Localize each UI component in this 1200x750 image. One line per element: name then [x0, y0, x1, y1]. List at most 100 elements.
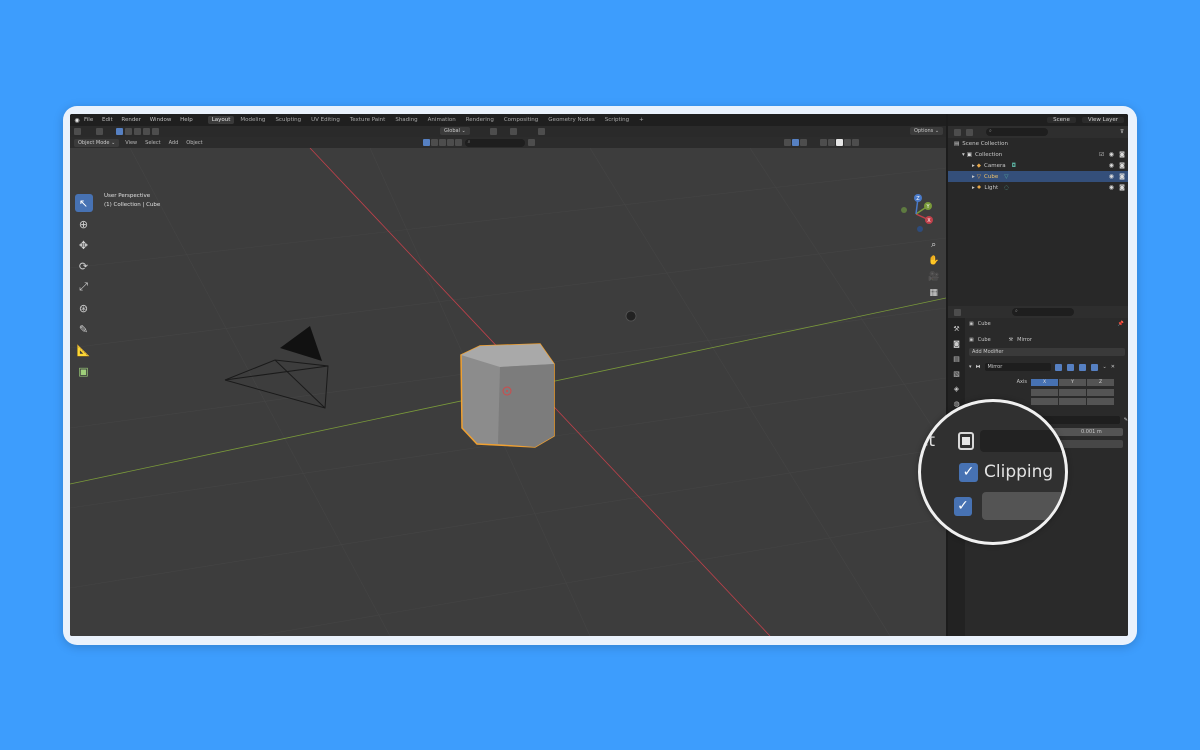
breadcrumb-object[interactable]: Cube — [978, 337, 991, 343]
perspective-grid-icon[interactable]: ▦ — [929, 288, 938, 298]
pin-icon[interactable]: 📌 — [1118, 321, 1124, 327]
tab-uv-editing[interactable]: UV Editing — [307, 116, 344, 124]
select-mode-intersect-icon[interactable] — [152, 128, 159, 135]
overlay-toggle-icon[interactable] — [799, 139, 807, 146]
bisect-x-toggle[interactable] — [1031, 389, 1058, 396]
dropdown-arrow-icon[interactable]: ⌄ — [1103, 364, 1107, 370]
properties-editor-icon[interactable] — [954, 308, 961, 316]
cursor-tool[interactable]: ⊕ — [75, 215, 93, 233]
pivot-icon[interactable] — [490, 128, 497, 135]
output-tab-icon[interactable]: ▤ — [952, 354, 962, 364]
rotate-tool[interactable]: ⟳ — [75, 257, 93, 275]
add-workspace-icon[interactable]: + — [635, 116, 648, 124]
camera-data-icon[interactable]: ◘ — [1012, 163, 1016, 169]
viewport-search-input[interactable]: ⌕ — [464, 138, 525, 147]
bisect-y-toggle[interactable] — [1059, 389, 1086, 396]
tool-tab-icon[interactable]: ⚒ — [952, 324, 962, 334]
tab-scripting[interactable]: Scripting — [601, 116, 633, 124]
render-camera-icon[interactable]: ◙ — [1119, 151, 1125, 158]
scene-tab-icon[interactable]: ◈ — [952, 384, 962, 394]
object-select-icon[interactable] — [957, 432, 974, 450]
expand-arrow-icon[interactable]: ▸ — [972, 163, 975, 169]
gizmo-toggle-icon[interactable] — [791, 139, 799, 146]
transform-orientation-dropdown[interactable]: Global ⌄ — [440, 127, 470, 135]
select-mode-new-icon[interactable] — [116, 128, 123, 135]
menu-object[interactable]: Object — [186, 140, 202, 146]
navigation-gizmo[interactable]: X Y Z — [896, 194, 936, 234]
select-tool-icon[interactable] — [96, 128, 103, 135]
tab-shading[interactable]: Shading — [391, 116, 421, 124]
render-camera-icon[interactable]: ◙ — [1119, 184, 1125, 191]
view-layer-field[interactable]: View Layer — [1081, 117, 1124, 123]
bisect-z-toggle[interactable] — [1087, 389, 1114, 396]
measure-tool[interactable]: 📐 — [75, 341, 93, 359]
outliner-editor-icon[interactable] — [954, 128, 961, 136]
view-layer-tab-icon[interactable]: ▧ — [952, 369, 962, 379]
pan-hand-icon[interactable]: ✋ — [928, 256, 939, 266]
shading-solid-icon[interactable] — [835, 139, 843, 146]
eyedropper-icon[interactable]: ✎ — [1124, 417, 1128, 423]
exclude-checkbox-icon[interactable]: ☑ — [1099, 152, 1104, 158]
shading-material-icon[interactable] — [843, 139, 851, 146]
light-object[interactable] — [625, 310, 637, 322]
select-mode-subtract-icon[interactable] — [134, 128, 141, 135]
menu-window[interactable]: Window — [150, 117, 172, 123]
outliner-item-cube[interactable]: ▸ ▽ Cube ▽ ◉ ◙ — [948, 171, 1128, 182]
mode-dropdown[interactable]: Object Mode ⌄ — [74, 138, 120, 147]
visibility-eye-icon[interactable]: ◉ — [1109, 151, 1114, 158]
visibility-filter-icon[interactable] — [422, 139, 430, 146]
collapse-arrow-icon[interactable]: ▾ — [969, 364, 972, 370]
magnified-distance-field[interactable] — [981, 492, 1065, 520]
filter-funnel-icon[interactable]: ⊽ — [1120, 129, 1124, 135]
axis-z-toggle[interactable]: Z — [1087, 378, 1114, 386]
tab-geometry-nodes[interactable]: Geometry Nodes — [544, 116, 598, 124]
bisect-checkbox[interactable]: ✓ — [954, 496, 972, 516]
realtime-icon[interactable] — [1078, 363, 1086, 371]
render-icon[interactable] — [1090, 363, 1098, 371]
select-mode-extend-icon[interactable] — [125, 128, 132, 135]
outliner-item-light[interactable]: ▸ ✹ Light ◌ ◉ ◙ — [948, 182, 1128, 193]
zoom-icon[interactable]: ⌕ — [931, 240, 936, 250]
axis-x-toggle[interactable]: X — [1031, 378, 1058, 386]
tab-sculpting[interactable]: Sculpting — [271, 116, 305, 124]
clear-search-icon[interactable] — [527, 139, 535, 146]
filter-icon-3[interactable] — [438, 139, 446, 146]
flip-x-toggle[interactable] — [1031, 398, 1058, 405]
tab-layout[interactable]: Layout — [207, 116, 235, 124]
modifier-wrench-icon[interactable]: ▽ — [1004, 174, 1008, 180]
tab-compositing[interactable]: Compositing — [500, 116, 542, 124]
flip-z-toggle[interactable] — [1087, 398, 1114, 405]
tab-modeling[interactable]: Modeling — [236, 116, 269, 124]
menu-help[interactable]: Help — [180, 117, 193, 123]
menu-view[interactable]: View — [125, 140, 137, 146]
tab-rendering[interactable]: Rendering — [462, 116, 498, 124]
menu-render[interactable]: Render — [121, 117, 141, 123]
expand-arrow-icon[interactable]: ▸ — [972, 174, 975, 180]
render-camera-icon[interactable]: ◙ — [1119, 162, 1125, 169]
shading-wireframe-icon[interactable] — [827, 139, 835, 146]
camera-view-icon[interactable]: 🎥 — [928, 272, 939, 282]
move-tool[interactable]: ✥ — [75, 236, 93, 254]
properties-search-input[interactable]: ⌕ — [1012, 308, 1074, 316]
filter-icon-2[interactable] — [430, 139, 438, 146]
menu-edit[interactable]: Edit — [102, 117, 113, 123]
transform-tool[interactable]: ⊛ — [75, 299, 93, 317]
menu-select[interactable]: Select — [145, 140, 160, 146]
visibility-eye-icon[interactable]: ◉ — [1109, 173, 1114, 180]
outliner-root[interactable]: ▤ Scene Collection — [948, 138, 1128, 149]
scale-tool[interactable]: ⤢ — [75, 278, 93, 296]
snap-icon[interactable] — [510, 128, 517, 135]
render-camera-icon[interactable]: ◙ — [1119, 173, 1125, 180]
proportional-editing-icon[interactable] — [538, 128, 545, 135]
remove-modifier-icon[interactable]: ✕ — [1111, 364, 1115, 370]
cube-object[interactable] — [460, 343, 555, 448]
scene-field[interactable]: Scene — [1047, 117, 1076, 123]
tab-animation[interactable]: Animation — [424, 116, 460, 124]
editor-type-icon[interactable] — [74, 128, 81, 135]
tab-texture-paint[interactable]: Texture Paint — [346, 116, 390, 124]
shading-rendered-icon[interactable] — [851, 139, 859, 146]
menu-add[interactable]: Add — [169, 140, 179, 146]
xray-toggle-icon[interactable] — [819, 139, 827, 146]
filter-icon-5[interactable] — [454, 139, 462, 146]
edit-cage-icon[interactable] — [1054, 363, 1062, 371]
